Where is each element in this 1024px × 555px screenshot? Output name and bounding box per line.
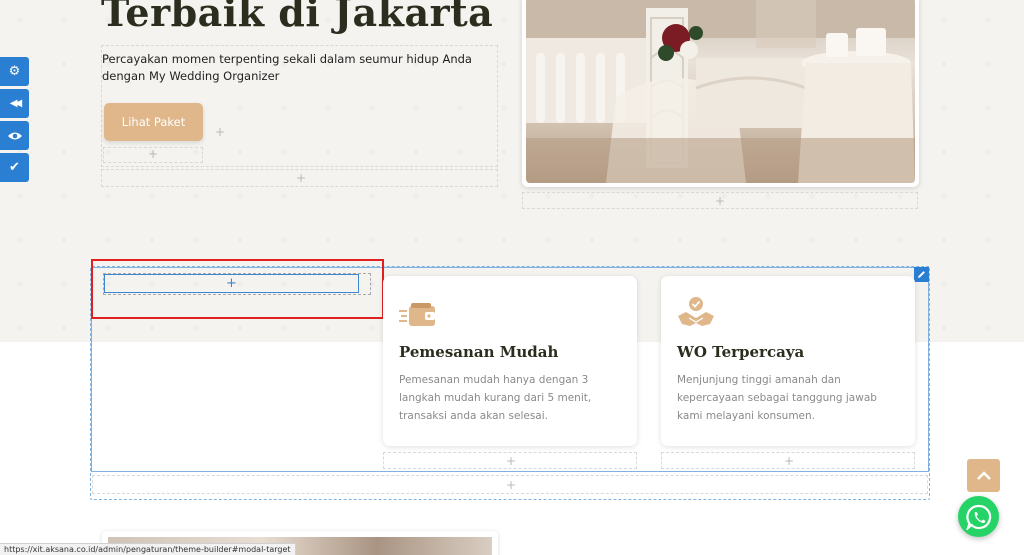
gears-icon: ⚙: [8, 64, 21, 79]
whatsapp-button[interactable]: [958, 496, 999, 537]
add-block-plus[interactable]: +: [506, 479, 516, 491]
hero-photo-frame: [522, 0, 919, 187]
editor-sidebar: ⚙ ◀◀ ✔: [0, 57, 29, 185]
hero-subtitle: Percayakan momen terpenting sekali dalam…: [102, 52, 472, 83]
wedding-decor-illustration: [526, 0, 915, 183]
collapse-button[interactable]: ◀◀: [0, 89, 29, 118]
feature-description: Pemesanan mudah hanya dengan 3 langkah m…: [399, 374, 592, 422]
add-block-plus[interactable]: +: [215, 126, 225, 138]
add-block-plus[interactable]: +: [148, 148, 158, 160]
feature-description: Menjunjung tinggi amanah dan kepercayaan…: [677, 374, 877, 422]
preview-button[interactable]: [0, 121, 29, 150]
add-block-plus[interactable]: +: [715, 195, 725, 207]
browser-status-url: https://xit.aksana.co.id/admin/pengatura…: [0, 543, 296, 555]
save-button[interactable]: ✔: [0, 153, 29, 182]
chevron-up-icon: [976, 470, 991, 480]
feature-card: WO Terpercaya Menjunjung tinggi amanah d…: [661, 276, 915, 446]
whatsapp-icon: [965, 504, 991, 530]
feature-title: Pemesanan Mudah: [399, 343, 559, 361]
eye-icon: [7, 132, 22, 139]
add-block-plus[interactable]: +: [784, 455, 794, 467]
add-block-plus[interactable]: +: [506, 455, 516, 467]
view-packages-button[interactable]: Lihat Paket: [104, 103, 203, 141]
hero-headline: Terbaik di Jakarta: [101, 0, 494, 35]
feature-card: Pemesanan Mudah Pemesanan mudah hanya de…: [383, 276, 637, 446]
edit-row-button[interactable]: [914, 267, 929, 282]
settings-button[interactable]: ⚙: [0, 57, 29, 86]
handshake-icon: [678, 297, 714, 326]
pencil-icon: [918, 271, 925, 278]
add-block-plus[interactable]: +: [296, 172, 306, 184]
highlight-box: [91, 259, 384, 319]
wedding-venue-photo: [526, 0, 915, 183]
check-icon: ✔: [9, 160, 20, 175]
scroll-to-top-button[interactable]: [967, 459, 1000, 492]
backward-icon: ◀◀: [9, 98, 23, 109]
feature-title: WO Terpercaya: [677, 343, 805, 361]
wallet-icon: [399, 303, 435, 326]
